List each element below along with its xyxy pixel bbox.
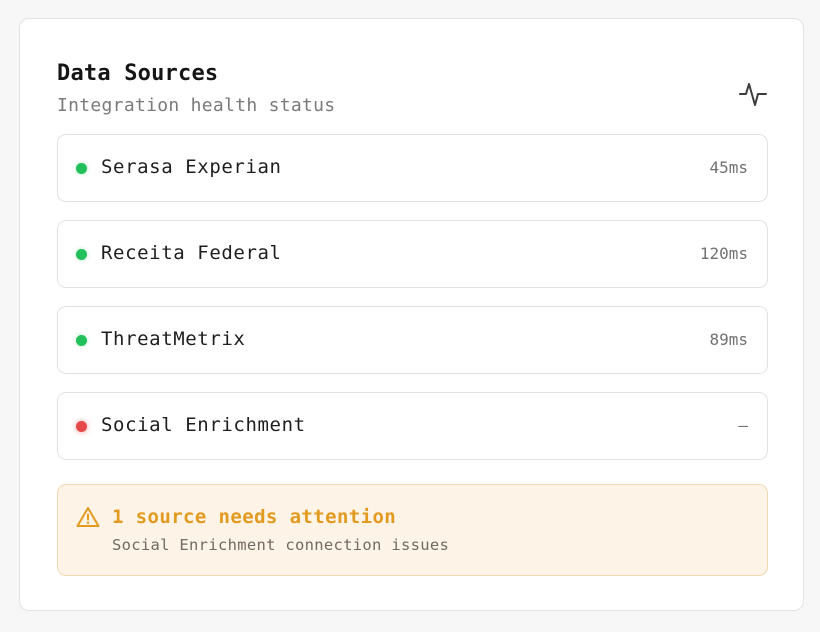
source-name: Receita Federal (101, 242, 282, 264)
activity-icon[interactable] (738, 79, 768, 109)
attention-alert: 1 source needs attention Social Enrichme… (57, 484, 768, 576)
source-latency: — (738, 416, 748, 435)
source-latency: 45ms (709, 158, 748, 177)
data-sources-card: Data Sources Integration health status S… (19, 18, 804, 611)
status-dot-down (76, 421, 87, 432)
source-name: ThreatMetrix (101, 328, 246, 350)
source-row-threatmetrix[interactable]: ThreatMetrix 89ms (57, 306, 768, 374)
source-latency: 120ms (699, 244, 748, 263)
alert-headline: 1 source needs attention (112, 506, 397, 528)
alert-detail: Social Enrichment connection issues (112, 536, 450, 554)
status-dot-ok (76, 249, 87, 260)
source-row-social-enrichment[interactable]: Social Enrichment — (57, 392, 768, 460)
source-row-receita-federal[interactable]: Receita Federal 120ms (57, 220, 768, 288)
warning-triangle-icon (76, 507, 100, 527)
source-name: Social Enrichment (101, 414, 306, 436)
status-dot-ok (76, 163, 87, 174)
source-row-serasa-experian[interactable]: Serasa Experian 45ms (57, 134, 768, 202)
card-title: Data Sources (57, 61, 219, 86)
card-subtitle: Integration health status (57, 95, 336, 116)
source-name: Serasa Experian (101, 156, 282, 178)
status-dot-ok (76, 335, 87, 346)
source-latency: 89ms (709, 330, 748, 349)
